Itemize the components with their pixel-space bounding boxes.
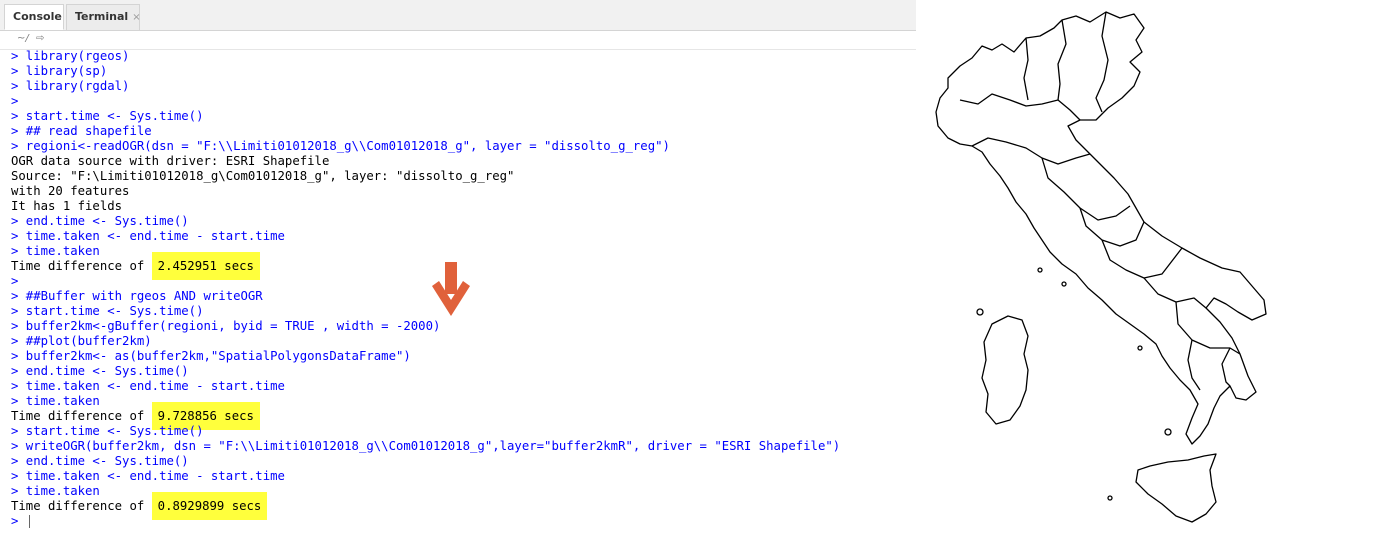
console-line-text: > bbox=[11, 514, 26, 528]
console-line-text: > start.time <- Sys.time() bbox=[11, 424, 204, 438]
console-line-text: > time.taken <- end.time - start.time bbox=[11, 469, 285, 483]
console-input-line: > time.taken bbox=[11, 244, 840, 259]
console-input-line: > library(sp) bbox=[11, 64, 840, 79]
console-line-text: > bbox=[11, 274, 19, 288]
console-input-line: > time.taken <- end.time - start.time bbox=[11, 229, 840, 244]
console-line-text: > buffer2km<-gBuffer(regioni, byid = TRU… bbox=[11, 319, 441, 333]
console-line-text: > library(rgeos) bbox=[11, 49, 130, 63]
console-line-text: > start.time <- Sys.time() bbox=[11, 109, 204, 123]
console-input-line: > ##Buffer with rgeos AND writeOGR bbox=[11, 289, 840, 304]
tab-console[interactable]: Console bbox=[4, 4, 64, 30]
italy-regions-map bbox=[935, 11, 1267, 523]
console-input-line: > start.time <- Sys.time() bbox=[11, 424, 840, 439]
console-line-text: > end.time <- Sys.time() bbox=[11, 454, 189, 468]
console-line-text: > time.taken bbox=[11, 394, 100, 408]
console-line-text: > start.time <- Sys.time() bbox=[11, 304, 204, 318]
console-prompt[interactable]: > bbox=[11, 514, 840, 529]
console-line-text: Source: "F:\Limiti01012018_g\Com01012018… bbox=[11, 169, 515, 183]
console-input-line: > bbox=[11, 94, 840, 109]
console-line-text: > time.taken <- end.time - start.time bbox=[11, 379, 285, 393]
console-line-text: > regioni<-readOGR(dsn = "F:\\Limiti0101… bbox=[11, 139, 670, 153]
tab-console-label: Console bbox=[13, 10, 62, 23]
console-line-text: > ##plot(buffer2km) bbox=[11, 334, 152, 348]
console-line-text: > buffer2km<- as(buffer2km,"SpatialPolyg… bbox=[11, 349, 411, 363]
console-line-text: > time.taken bbox=[11, 484, 100, 498]
console-output-line: OGR data source with driver: ESRI Shapef… bbox=[11, 154, 840, 169]
down-arrow-icon bbox=[432, 262, 470, 316]
console-output-line: Time difference of 2.452951 secs bbox=[11, 252, 840, 280]
console-line-text: > time.taken <- end.time - start.time bbox=[11, 229, 285, 243]
console-input-line: > time.taken <- end.time - start.time bbox=[11, 379, 840, 394]
console-output-line: Time difference of 0.8929899 secs bbox=[11, 492, 840, 520]
console-input-line: > start.time <- Sys.time() bbox=[11, 304, 840, 319]
console-input-line: > library(rgeos) bbox=[11, 49, 840, 64]
console-line-text: Time difference of bbox=[11, 259, 152, 273]
console-input-line: > regioni<-readOGR(dsn = "F:\\Limiti0101… bbox=[11, 139, 840, 154]
console-input-line: > end.time <- Sys.time() bbox=[11, 214, 840, 229]
console-input-line: > time.taken bbox=[11, 394, 840, 409]
highlighted-time-value: 2.452951 secs bbox=[151, 252, 260, 280]
console-line-text: It has 1 fields bbox=[11, 199, 123, 213]
console-output-line: It has 1 fields bbox=[11, 199, 840, 214]
console-line-text: > library(rgdal) bbox=[11, 79, 130, 93]
working-directory-bar: ~/ ⇨ bbox=[0, 31, 916, 50]
console-line-text: with 20 features bbox=[11, 184, 130, 198]
console-input-line: > end.time <- Sys.time() bbox=[11, 364, 840, 379]
console-input-line: > time.taken <- end.time - start.time bbox=[11, 469, 840, 484]
console-line-text: > ##Buffer with rgeos AND writeOGR bbox=[11, 289, 263, 303]
highlighted-time-value: 0.8929899 secs bbox=[151, 492, 268, 520]
close-icon[interactable]: × bbox=[132, 12, 140, 23]
console-line-text: Time difference of bbox=[11, 409, 152, 423]
console-input-line: > time.taken bbox=[11, 484, 840, 499]
console-input-line: > buffer2km<-gBuffer(regioni, byid = TRU… bbox=[11, 319, 840, 334]
console-tabbar: Console Terminal × bbox=[0, 0, 916, 31]
console-input-line: > bbox=[11, 274, 840, 289]
console-input-line: > ##plot(buffer2km) bbox=[11, 334, 840, 349]
console-line-text: OGR data source with driver: ESRI Shapef… bbox=[11, 154, 330, 168]
console-line-text: Time difference of bbox=[11, 499, 152, 513]
console-input-line: > ## read shapefile bbox=[11, 124, 840, 139]
console-input-line: > writeOGR(buffer2km, dsn = "F:\\Limiti0… bbox=[11, 439, 840, 454]
working-directory-path: ~/ bbox=[17, 33, 29, 44]
console-input-line: > buffer2km<- as(buffer2km,"SpatialPolyg… bbox=[11, 349, 840, 364]
console-line-text: > bbox=[11, 94, 19, 108]
console-output-line: with 20 features bbox=[11, 184, 840, 199]
console-line-text: > time.taken bbox=[11, 244, 100, 258]
text-cursor bbox=[28, 515, 30, 528]
console-input-line: > end.time <- Sys.time() bbox=[11, 454, 840, 469]
tab-terminal[interactable]: Terminal × bbox=[66, 4, 141, 30]
console-line-text: > end.time <- Sys.time() bbox=[11, 214, 189, 228]
console-line-text: > library(sp) bbox=[11, 64, 108, 78]
console-output-line: Source: "F:\Limiti01012018_g\Com01012018… bbox=[11, 169, 840, 184]
console-output[interactable]: > library(rgeos) > library(sp) > library(r… bbox=[11, 49, 840, 529]
tab-terminal-label: Terminal bbox=[75, 10, 129, 23]
console-line-text: > ## read shapefile bbox=[11, 124, 152, 138]
console-line-text: > end.time <- Sys.time() bbox=[11, 364, 189, 378]
console-output-line: Time difference of 9.728856 secs bbox=[11, 402, 840, 430]
console-input-line: > library(rgdal) bbox=[11, 79, 840, 94]
go-to-directory-icon[interactable]: ⇨ bbox=[36, 33, 44, 44]
console-input-line: > start.time <- Sys.time() bbox=[11, 109, 840, 124]
console-line-text: > writeOGR(buffer2km, dsn = "F:\\Limiti0… bbox=[11, 439, 841, 453]
